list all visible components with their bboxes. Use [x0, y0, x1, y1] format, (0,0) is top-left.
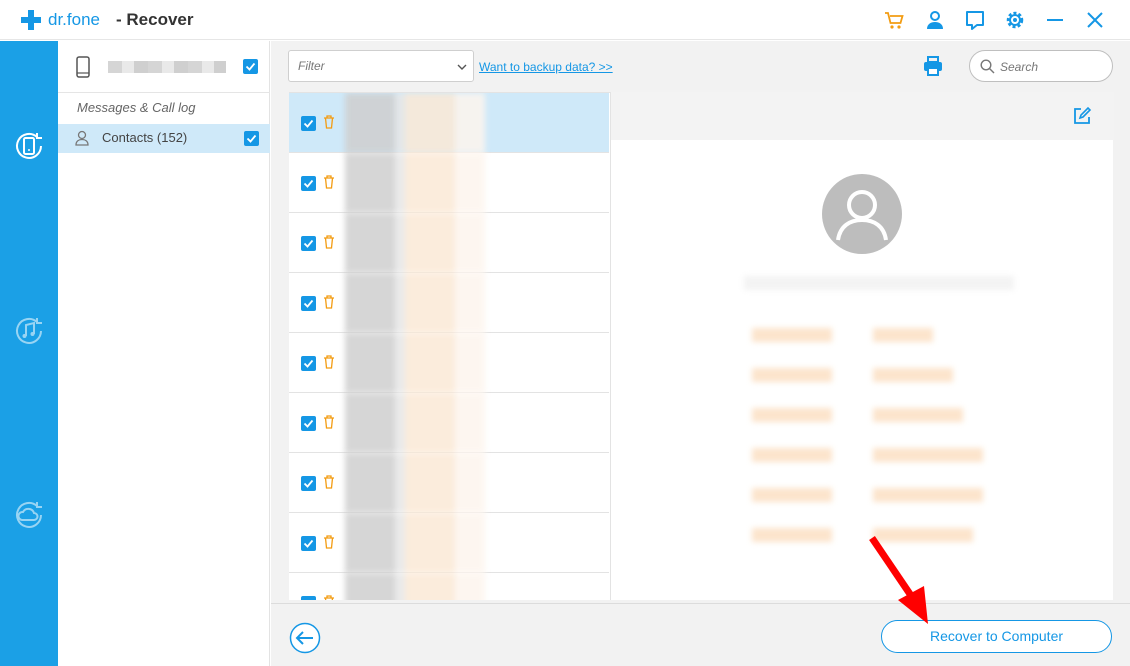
contacts-checkbox[interactable]: [244, 131, 259, 146]
search-box: [969, 50, 1113, 82]
back-arrow-icon[interactable]: [289, 622, 321, 654]
trash-icon[interactable]: [323, 295, 335, 309]
contact-row[interactable]: [289, 153, 609, 213]
detail-field-redacted: [752, 328, 832, 342]
main-area: Filter Want to backup data? >> Search Re…: [271, 41, 1130, 666]
search-icon: [980, 59, 995, 74]
trash-icon[interactable]: [323, 355, 335, 369]
trash-icon[interactable]: [323, 115, 335, 129]
backup-link[interactable]: Want to backup data? >>: [479, 60, 613, 74]
contact-name-redacted: [345, 153, 485, 213]
device-select-all-checkbox[interactable]: [243, 59, 258, 74]
settings-icon[interactable]: [1004, 9, 1026, 31]
contact-checkbox[interactable]: [301, 416, 316, 431]
drfone-logo-icon: [21, 10, 41, 30]
contact-name-redacted: [345, 453, 485, 513]
cloud-recover-icon[interactable]: [11, 497, 47, 533]
contact-checkbox[interactable]: [301, 536, 316, 551]
contact-checkbox[interactable]: [301, 116, 316, 131]
edit-icon[interactable]: [1072, 106, 1092, 126]
contact-checkbox[interactable]: [301, 236, 316, 251]
trash-icon[interactable]: [323, 535, 335, 549]
contacts-label: Contacts (152): [102, 130, 188, 145]
contact-name-redacted: [345, 393, 485, 453]
contact-name-redacted: [345, 513, 485, 573]
avatar-icon: [822, 174, 902, 254]
print-icon[interactable]: [922, 55, 944, 77]
trash-icon[interactable]: [323, 235, 335, 249]
chat-icon[interactable]: [964, 9, 986, 31]
contact-checkbox[interactable]: [301, 296, 316, 311]
close-icon[interactable]: [1084, 9, 1106, 31]
trash-icon[interactable]: [323, 175, 335, 189]
contact-checkbox[interactable]: [301, 356, 316, 371]
person-icon: [75, 130, 89, 146]
contact-row[interactable]: [289, 393, 609, 453]
contact-row[interactable]: [289, 273, 609, 333]
contact-list: [289, 92, 610, 600]
cart-icon[interactable]: [883, 9, 905, 31]
detail-value-redacted: [873, 488, 983, 502]
contact-name-redacted: [345, 573, 485, 600]
detail-field-redacted: [752, 528, 832, 542]
contact-row[interactable]: [289, 93, 609, 153]
detail-value-redacted: [873, 448, 983, 462]
trash-icon[interactable]: [323, 595, 335, 600]
detail-value-redacted: [873, 328, 933, 342]
contact-row[interactable]: [289, 513, 609, 573]
contact-name-redacted: [345, 273, 485, 333]
device-recover-icon[interactable]: [11, 128, 47, 164]
trash-icon[interactable]: [323, 475, 335, 489]
phone-icon: [76, 56, 90, 78]
music-recover-icon[interactable]: [11, 313, 47, 349]
contact-name-redacted: [345, 213, 485, 273]
contact-row[interactable]: [289, 333, 609, 393]
contact-checkbox[interactable]: [301, 596, 316, 600]
contact-row[interactable]: [289, 213, 609, 273]
contact-row[interactable]: [289, 453, 609, 513]
detail-field-redacted: [752, 368, 832, 382]
contact-checkbox[interactable]: [301, 476, 316, 491]
window-title: - Recover: [116, 10, 194, 29]
detail-value-redacted: [873, 408, 963, 422]
trash-icon[interactable]: [323, 415, 335, 429]
detail-field-redacted: [752, 448, 832, 462]
contact-detail-pane: [610, 92, 1114, 600]
search-input[interactable]: [1000, 58, 1100, 75]
section-label: Messages & Call log: [77, 100, 196, 115]
contact-row[interactable]: [289, 573, 609, 600]
minimize-icon[interactable]: [1044, 9, 1066, 31]
detail-value-redacted: [873, 368, 953, 382]
device-row[interactable]: [58, 41, 270, 93]
left-rail: [0, 41, 58, 666]
chevron-down-icon: [457, 64, 467, 70]
device-name-redacted: [108, 61, 226, 73]
filter-placeholder: Filter: [298, 59, 325, 73]
footer-bar: Recover to Computer: [271, 603, 1130, 666]
user-icon[interactable]: [924, 9, 946, 31]
contact-name-redacted: [744, 276, 1014, 290]
brand-name: dr.fone: [48, 10, 100, 29]
annotation-arrow-icon: [869, 536, 928, 624]
category-panel: Messages & Call log Contacts (152): [58, 41, 270, 666]
detail-field-redacted: [752, 488, 832, 502]
title-bar: dr.fone - Recover: [0, 0, 1130, 40]
contact-name-redacted: [345, 93, 485, 153]
category-item-contacts[interactable]: Contacts (152): [58, 124, 270, 153]
contact-name-redacted: [345, 333, 485, 393]
contact-checkbox[interactable]: [301, 176, 316, 191]
filter-dropdown[interactable]: Filter: [288, 50, 474, 82]
app-window: dr.fone - Recover Messages & Call log Co…: [0, 0, 1130, 666]
detail-header: [611, 92, 1114, 140]
detail-field-redacted: [752, 408, 832, 422]
